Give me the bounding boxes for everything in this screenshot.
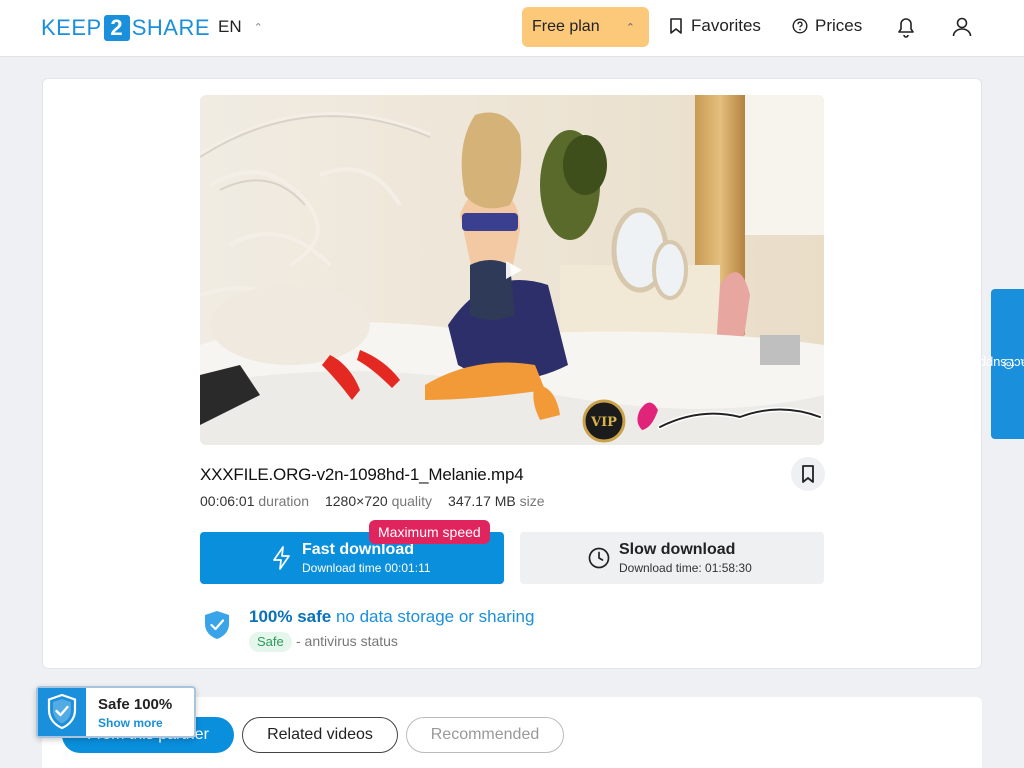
tab-related-videos[interactable]: Related videos [242,717,398,753]
language-selector[interactable]: EN ⌃ [218,17,263,37]
file-name: XXXFILE.ORG-v2n-1098hd-1_Melanie.mp4 [200,465,524,484]
fast-download-time: Download time 00:01:11 [302,561,431,575]
contact-support-tab[interactable]: ◎ contact support [963,289,1024,439]
chevron-up-icon: ⌃ [625,21,635,34]
antivirus-status-text: - antivirus status [296,633,398,649]
bookmark-icon [670,18,682,34]
safe-widget-title: Safe 100% [98,696,173,713]
shield-badge [38,688,86,736]
top-header: KEEP 2 SHARE EN ⌃ Free plan ⌃ Favorites Pr… [0,0,1024,57]
bell-icon[interactable] [893,14,919,40]
play-icon[interactable] [500,258,526,282]
show-more-link[interactable]: Show more [98,716,163,730]
help-circle-icon [792,18,808,34]
lightning-icon [273,546,290,570]
language-label: EN [218,17,242,36]
safe-status-badge: Safe [249,632,292,652]
size-info: 347.17 MB size [448,493,545,509]
plan-label: Free plan [532,18,600,35]
prices-link[interactable]: Prices [792,16,862,36]
slow-download-time: Download time: 01:58:30 [619,561,752,575]
site-logo[interactable]: KEEP 2 SHARE [41,15,210,41]
slow-download-title: Slow download [619,541,736,558]
maximum-speed-badge: Maximum speed [369,520,490,544]
safety-headline: 100% safe no data storage or sharing [249,607,535,626]
favorites-link[interactable]: Favorites [668,16,761,36]
contact-support-label: ◎ contact support [963,356,1024,372]
bookmark-icon [802,465,814,483]
shield-check-icon [205,611,229,639]
add-to-favorites-button[interactable] [791,457,825,491]
file-meta: 00:06:01 duration 1280×720 quality 347.1… [200,493,545,509]
chevron-up-icon: ⌃ [253,21,263,34]
clock-icon [588,547,610,569]
safe-widget[interactable]: Safe 100% Show more [36,686,196,738]
shield-check-icon [47,693,77,730]
plan-button[interactable]: Free plan ⌃ [522,7,649,47]
quality-info: 1280×720 quality [324,493,433,509]
slow-download-button[interactable]: Slow download Download time: 01:58:30 [520,532,824,584]
user-icon[interactable] [949,14,975,40]
prices-label: Prices [815,16,863,35]
tab-recommended[interactable]: Recommended [406,717,564,753]
svg-text:VIP: VIP [590,415,617,430]
duration-info: 00:06:01 duration [200,493,309,509]
favorites-label: Favorites [691,16,761,35]
